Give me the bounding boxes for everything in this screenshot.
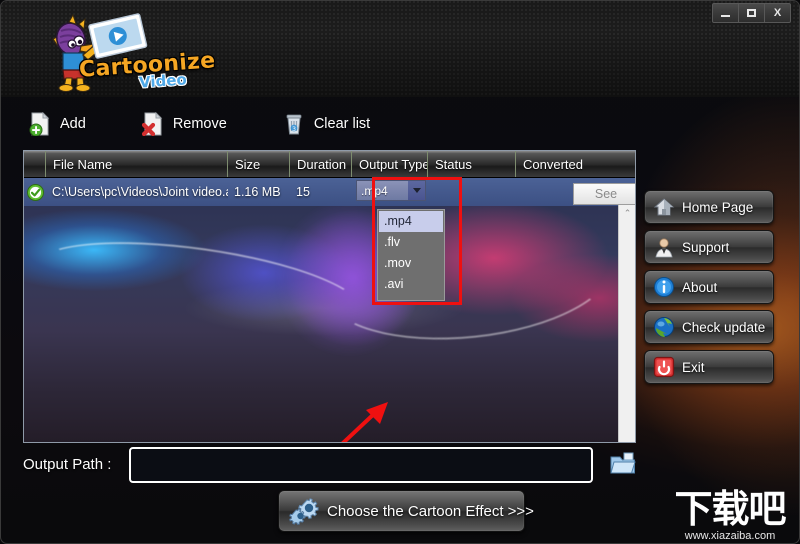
dropdown-option-flv[interactable]: .flv: [379, 232, 443, 253]
folder-open-icon[interactable]: [609, 451, 637, 477]
cell-file-name: C:\Users\pc\Videos\Joint video.avi: [52, 185, 228, 199]
file-list-header: File Name Size Duration Output Type Stat…: [24, 151, 635, 178]
house-icon: [653, 196, 675, 218]
cell-size: 1.16 MB: [234, 185, 281, 199]
choose-cartoon-effect-button[interactable]: Choose the Cartoon Effect >>>: [278, 490, 534, 532]
support-button[interactable]: Support: [644, 230, 774, 264]
refresh-globe-icon: [653, 316, 675, 338]
about-label: About: [682, 279, 718, 295]
maximize-button[interactable]: [738, 3, 765, 23]
watermark-url: www.xiazaiba.com: [684, 530, 776, 542]
remove-button[interactable]: Remove: [141, 111, 227, 137]
green-check-icon: [26, 183, 44, 201]
check-update-button[interactable]: Check update: [644, 310, 774, 344]
remove-file-icon: [141, 111, 164, 137]
exit-button[interactable]: Exit: [644, 350, 774, 384]
home-page-button[interactable]: Home Page: [644, 190, 774, 224]
power-off-icon: [653, 356, 675, 378]
output-type-combobox[interactable]: .mp4: [356, 180, 426, 201]
minimize-icon: [721, 14, 730, 17]
output-path-input[interactable]: [129, 447, 593, 483]
watermark: 下载吧 www.xiazaiba.com: [661, 481, 799, 543]
column-header-file-name[interactable]: File Name: [46, 151, 228, 177]
choose-cartoon-effect-label: Choose the Cartoon Effect >>>: [327, 502, 534, 520]
maximize-icon: [747, 9, 756, 17]
cell-duration: 15: [296, 185, 310, 199]
minimize-button[interactable]: [712, 3, 739, 23]
row-select-checkbox[interactable]: [24, 183, 46, 201]
add-file-icon: [29, 111, 51, 137]
info-circle-icon: [653, 276, 675, 298]
dropdown-option-mov[interactable]: .mov: [379, 253, 443, 274]
remove-button-label: Remove: [172, 116, 227, 132]
exit-label: Exit: [682, 359, 705, 375]
add-button-label: Add: [60, 116, 86, 132]
close-button[interactable]: X: [764, 3, 791, 23]
background-art-wave-light-1: [30, 225, 368, 351]
app-logo: Cartoonize Video: [31, 11, 216, 93]
scroll-up-arrow-icon[interactable]: ⌃: [619, 205, 635, 222]
close-icon: X: [773, 7, 782, 19]
gears-icon: [289, 497, 319, 525]
support-label: Support: [682, 239, 730, 255]
column-header-status[interactable]: Status: [428, 151, 516, 177]
check-update-label: Check update: [682, 319, 766, 335]
person-support-icon: [653, 236, 675, 258]
column-header-select[interactable]: [24, 151, 46, 177]
annotation-arrow: [341, 402, 388, 442]
column-header-converted[interactable]: Converted: [516, 151, 590, 177]
application-window: X Cartoonize Video Add Remove 3 Clear li…: [0, 0, 800, 544]
table-row[interactable]: C:\Users\pc\Videos\Joint video.avi 1.16 …: [24, 178, 635, 206]
titlebar-controls: X: [712, 3, 791, 23]
output-path-label: Output Path :: [23, 456, 112, 473]
column-header-output-type[interactable]: Output Type: [352, 151, 428, 177]
dropdown-option-avi[interactable]: .avi: [379, 274, 443, 295]
file-list-panel: File Name Size Duration Output Type Stat…: [23, 150, 636, 443]
watermark-text: 下载吧: [674, 486, 786, 531]
toolbar: Add Remove 3 Clear list: [29, 111, 426, 137]
add-button[interactable]: Add: [29, 111, 86, 137]
logo-subtitle: Video: [138, 70, 188, 92]
chevron-down-icon[interactable]: [408, 181, 425, 200]
clear-list-button[interactable]: 3 Clear list: [283, 112, 370, 136]
output-type-dropdown-list[interactable]: .mp4 .flv .mov .avi: [377, 209, 445, 301]
window-frame: X Cartoonize Video Add Remove 3 Clear li…: [0, 0, 800, 544]
vertical-scrollbar[interactable]: ⌃ ⌄: [618, 205, 635, 442]
see-button[interactable]: See: [573, 183, 635, 205]
home-page-label: Home Page: [682, 199, 754, 215]
trash-bin-icon: 3: [283, 112, 305, 136]
file-list-body: C:\Users\pc\Videos\Joint video.avi 1.16 …: [24, 178, 635, 442]
about-button[interactable]: About: [644, 270, 774, 304]
clear-list-button-label: Clear list: [313, 116, 371, 132]
dropdown-option-mp4[interactable]: .mp4: [379, 211, 443, 232]
column-header-size[interactable]: Size: [228, 151, 290, 177]
background-art-wave-light-2: [318, 203, 620, 353]
side-button-panel: Home Page Support About Check update Exi…: [644, 190, 774, 390]
output-type-value: .mp4: [361, 183, 388, 198]
svg-text:3: 3: [292, 126, 296, 133]
column-header-duration[interactable]: Duration: [290, 151, 352, 177]
